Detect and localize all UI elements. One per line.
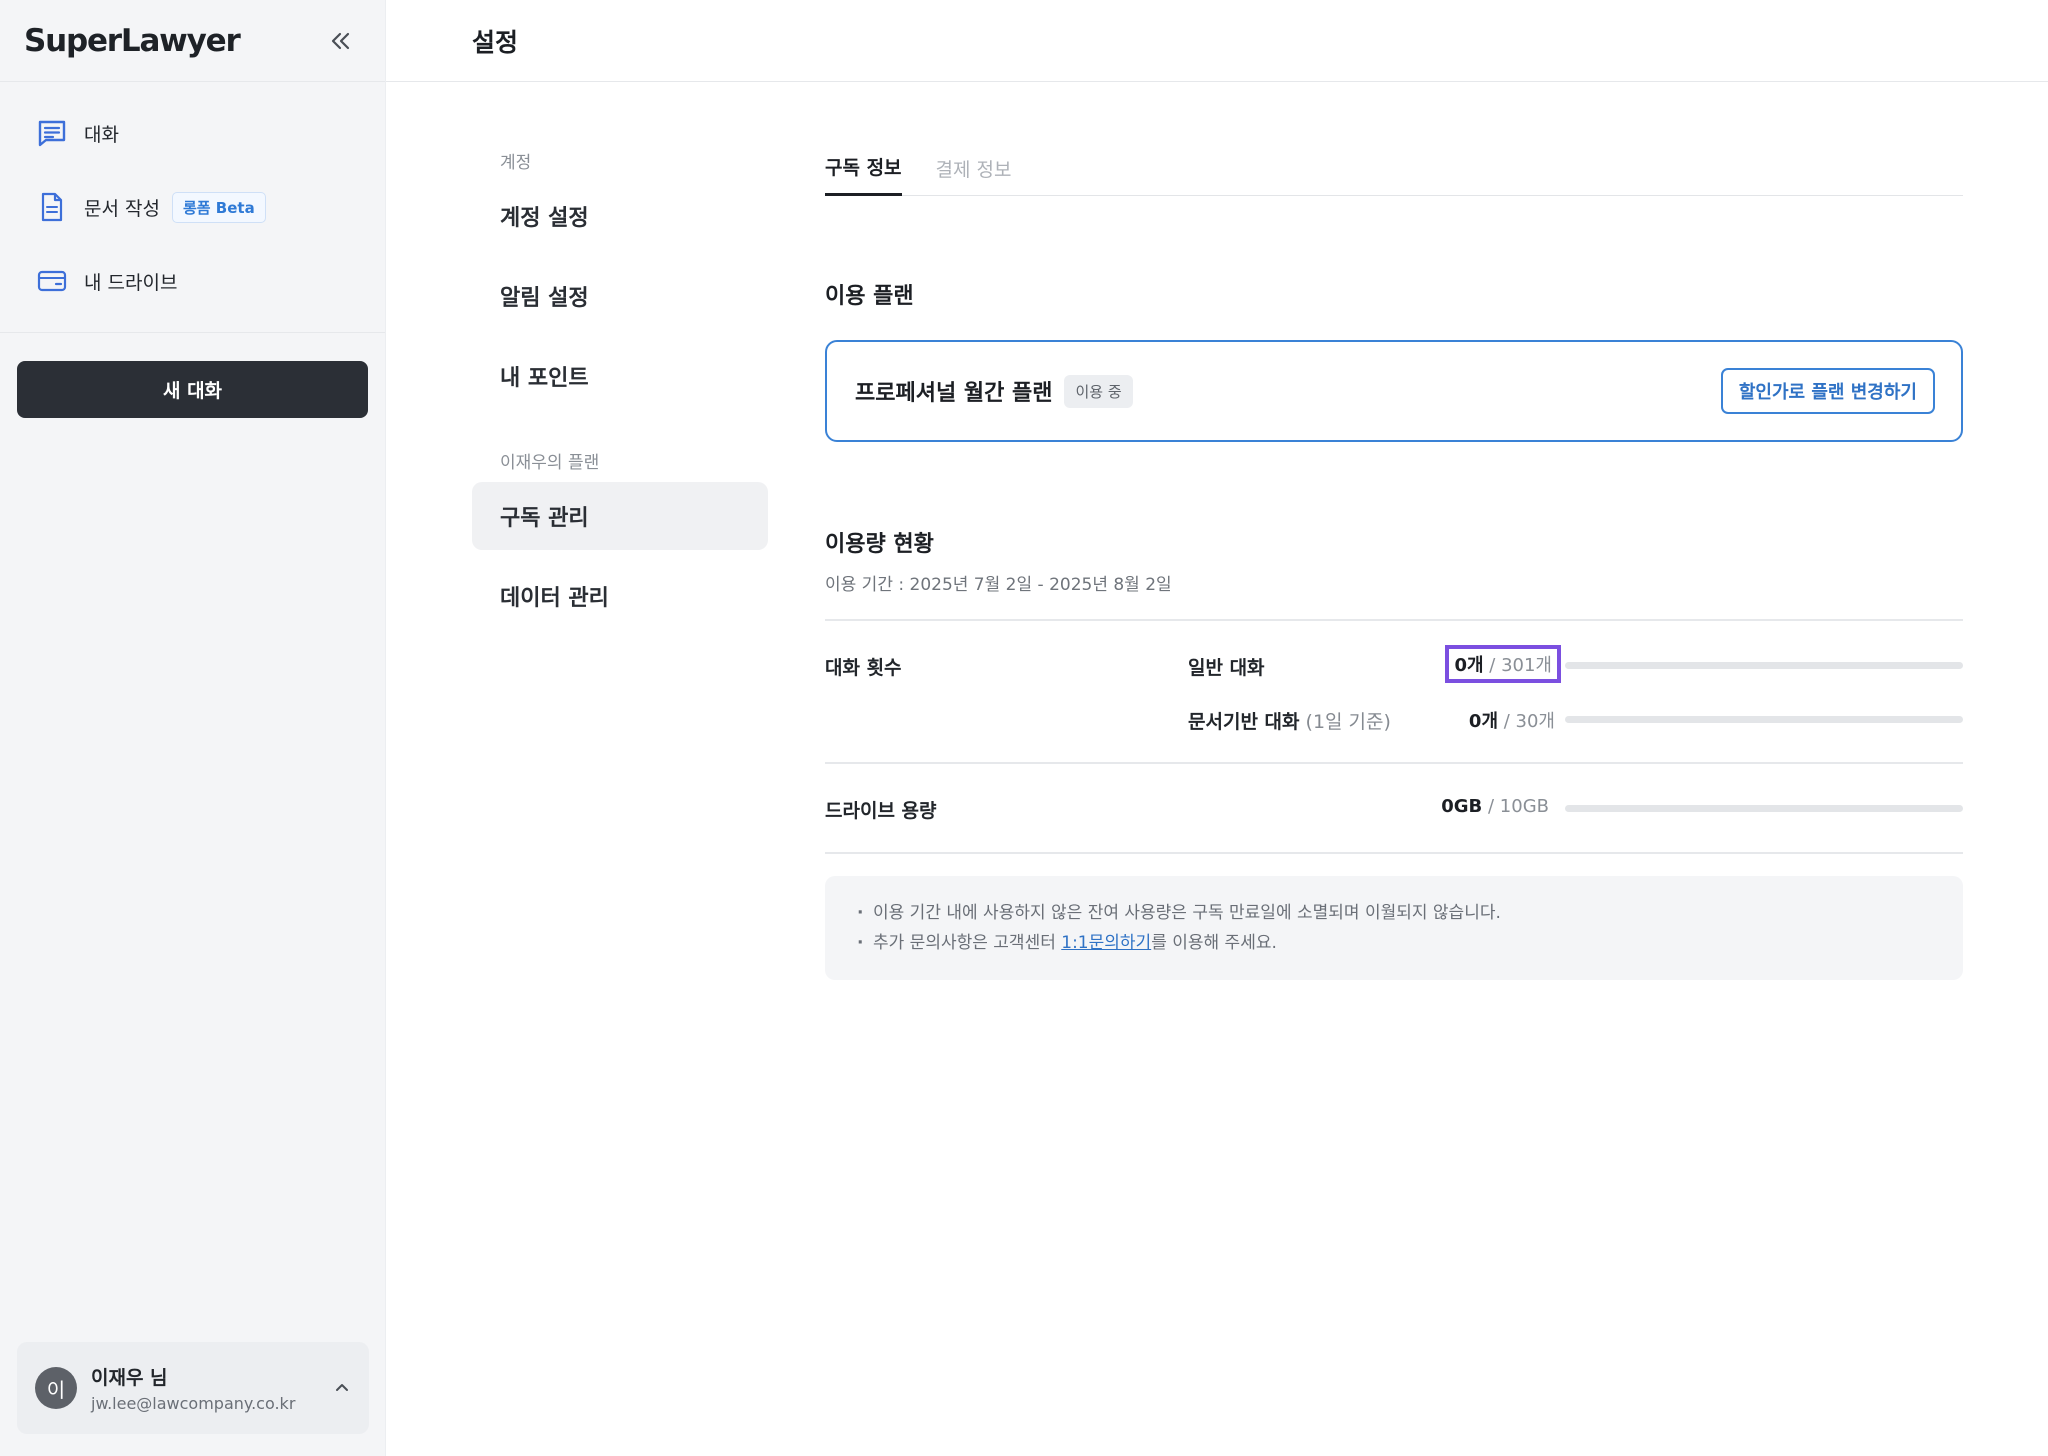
usage-period: 이용 기간 : 2025년 7월 2일 - 2025년 8월 2일	[825, 575, 1172, 595]
notice-line: 이용 기간 내에 사용하지 않은 잔여 사용량은 구독 만료일에 소멸되며 이월…	[857, 898, 1931, 928]
menu-item-notification-settings[interactable]: 알림 설정	[472, 262, 768, 330]
usage-section-title: 이용량 현황	[825, 532, 934, 557]
plan-name: 프로페셔널 월간 플랜	[855, 381, 1053, 406]
document-icon	[36, 191, 68, 223]
chevron-up-icon	[336, 1384, 348, 1391]
sidebar-header: SuperLawyer	[0, 0, 385, 82]
menu-item-data-management[interactable]: 데이터 관리	[472, 562, 768, 630]
page-title: 설정	[472, 27, 519, 57]
notice-box: 이용 기간 내에 사용하지 않은 잔여 사용량은 구독 만료일에 소멸되며 이월…	[825, 876, 1963, 980]
sidebar-item-chat[interactable]: 대화	[16, 96, 369, 170]
user-name: 이재우 님	[91, 1367, 168, 1389]
document-chat-progress-bar	[1565, 716, 1963, 723]
tab-bar: 구독 정보 결제 정보	[825, 140, 1963, 196]
general-chat-label: 일반 대화	[1188, 657, 1265, 679]
general-chat-usage: 0개 / 301개	[1445, 645, 1561, 683]
drive-capacity-label: 드라이브 용량	[825, 800, 937, 822]
sidebar-item-drive[interactable]: 내 드라이브	[16, 244, 369, 318]
status-badge: 이용 중	[1064, 374, 1133, 408]
settings-menu: 계정 계정 설정 알림 설정 내 포인트 이재우의 플랜 구독 관리 데이터 관…	[472, 138, 768, 642]
menu-section-account: 계정	[500, 152, 532, 173]
sidebar-item-document[interactable]: 문서 작성 롱폼 Beta	[16, 170, 369, 244]
avatar: 이	[35, 1367, 77, 1409]
chat-count-label: 대화 횟수	[825, 657, 902, 679]
general-chat-limit: / 301개	[1483, 655, 1552, 676]
drive-icon	[36, 265, 68, 297]
beta-badge: 롱폼 Beta	[171, 191, 266, 223]
double-chevron-left-icon	[331, 32, 350, 49]
new-chat-button[interactable]: 새 대화	[17, 361, 368, 418]
sidebar-item-label: 문서 작성	[84, 197, 160, 220]
menu-item-account-settings[interactable]: 계정 설정	[472, 182, 768, 250]
app-logo: SuperLawyer	[24, 22, 241, 59]
chat-icon	[36, 117, 68, 149]
sidebar: SuperLawyer 대화 문서 작성 롱폼 Beta 내 드라이브 새 대화…	[0, 0, 386, 1456]
document-chat-limit: / 30개	[1498, 711, 1555, 732]
main-content: 구독 정보 결제 정보 이용 플랜 프로페셔널 월간 플랜 이용 중 할인가로 …	[825, 140, 1963, 980]
document-chat-label: 문서기반 대화 (1일 기준)	[1188, 707, 1391, 734]
user-email: jw.lee@lawcompany.co.kr	[91, 1394, 296, 1413]
drive-usage-block: 드라이브 용량 0GB / 10GB	[825, 764, 1963, 854]
change-plan-button[interactable]: 할인가로 플랜 변경하기	[1720, 368, 1935, 414]
tab-payment-info[interactable]: 결제 정보	[936, 140, 1012, 196]
sidebar-item-label: 내 드라이브	[84, 271, 178, 294]
notice-text: 를 이용해 주세요.	[1151, 933, 1277, 953]
menu-section-plan: 이재우의 플랜	[500, 452, 600, 473]
plan-card: 프로페셔널 월간 플랜 이용 중 할인가로 플랜 변경하기	[825, 340, 1963, 442]
general-chat-progress-bar	[1565, 662, 1963, 669]
document-chat-label-text: 문서기반 대화	[1188, 711, 1300, 733]
tab-subscription-info[interactable]: 구독 정보	[825, 140, 902, 196]
general-chat-current: 0개	[1454, 655, 1484, 676]
user-info: 이재우 님 jw.lee@lawcompany.co.kr	[91, 1363, 333, 1413]
menu-item-subscription[interactable]: 구독 관리	[472, 482, 768, 550]
document-chat-note: (1일 기준)	[1299, 711, 1391, 733]
usage-table: 대화 횟수 일반 대화 0개 / 301개 문서기반 대화 (1일 기준) 0개…	[825, 619, 1963, 854]
notice-line: 추가 문의사항은 고객센터 1:1문의하기를 이용해 주세요.	[857, 928, 1931, 958]
topbar: 설정	[386, 0, 2048, 82]
drive-progress-bar	[1565, 805, 1963, 812]
sidebar-nav: 대화 문서 작성 롱폼 Beta 내 드라이브	[0, 82, 385, 333]
plan-section-title: 이용 플랜	[825, 284, 914, 309]
document-chat-current: 0개	[1468, 711, 1499, 732]
document-chat-usage: 0개 / 30개	[1469, 707, 1555, 733]
drive-current: 0GB	[1441, 796, 1483, 817]
inquiry-link[interactable]: 1:1문의하기	[1061, 933, 1151, 953]
sidebar-item-label: 대화	[84, 123, 119, 146]
notice-text: 추가 문의사항은 고객센터	[873, 933, 1062, 953]
drive-usage: 0GB / 10GB	[1441, 796, 1549, 817]
drive-limit: / 10GB	[1482, 796, 1549, 817]
menu-item-my-points[interactable]: 내 포인트	[472, 342, 768, 410]
chat-usage-block: 대화 횟수 일반 대화 0개 / 301개 문서기반 대화 (1일 기준) 0개…	[825, 621, 1963, 764]
collapse-sidebar-button[interactable]	[323, 23, 359, 59]
user-profile-card[interactable]: 이 이재우 님 jw.lee@lawcompany.co.kr	[17, 1342, 369, 1434]
